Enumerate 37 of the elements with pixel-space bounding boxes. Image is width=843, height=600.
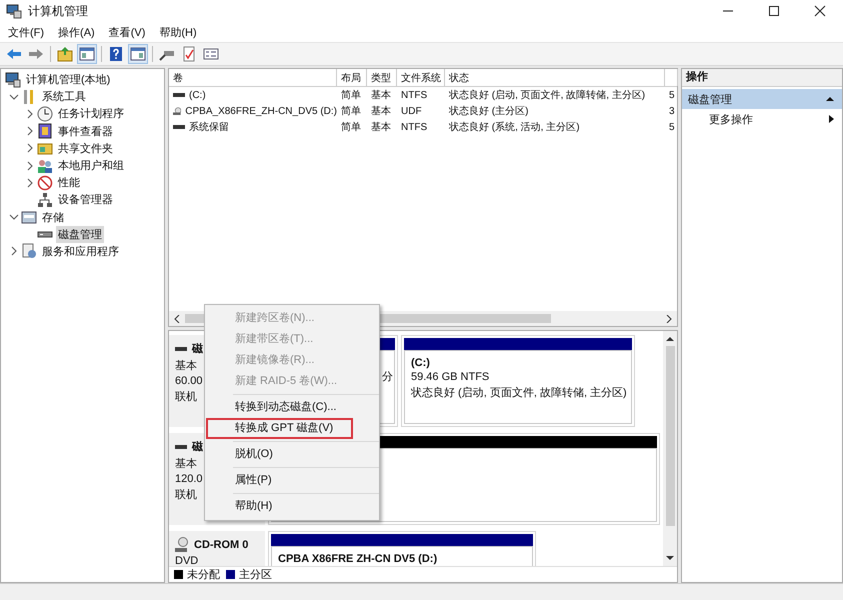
- table-cell: NTFS: [401, 122, 428, 132]
- table-cell: 5: [669, 122, 675, 132]
- table-cell: 5: [669, 90, 675, 100]
- pane-header: 操作: [682, 69, 842, 87]
- disk-size: 60.00: [175, 375, 203, 387]
- partition-label: CPBA X86FRE ZH-CN DV5 (D:): [278, 553, 438, 565]
- table-cell-text: 基本: [371, 104, 391, 118]
- table-cell-text: 基本: [371, 120, 391, 134]
- legend-label: 主分区: [239, 568, 272, 582]
- table-cell: UDF: [401, 106, 422, 116]
- partition-info: 分: [382, 370, 393, 384]
- table-cell: CPBA_X86FRE_ZH-CN_DV5 (D:): [185, 106, 337, 116]
- disk-size: 120.0: [175, 473, 203, 485]
- table-cell-text: 基本: [371, 88, 391, 102]
- table-cell-text: 状态良好 (系统, 活动, 主分区): [449, 120, 580, 134]
- table-cell-text: 简单: [341, 104, 361, 118]
- disk-status: 联机: [175, 390, 197, 404]
- disk-name: CD-ROM 0: [194, 539, 248, 551]
- table-cell: (C:): [189, 90, 206, 100]
- disk-type: 基本: [175, 457, 197, 471]
- disk-name: 磁: [192, 342, 203, 356]
- window-title: 计算机管理: [28, 2, 88, 20]
- table-cell: NTFS: [401, 90, 428, 100]
- disk-name: 磁: [192, 440, 203, 454]
- partition-info: 状态良好 (启动, 页面文件, 故障转储, 主分区): [411, 386, 625, 400]
- table-cell-text: 简单: [341, 88, 361, 102]
- partition-info: 59.46 GB NTFS: [411, 371, 490, 383]
- table-cell-text: 状态良好 (主分区): [449, 104, 528, 118]
- disk-type: 基本: [175, 359, 197, 373]
- legend-label: 未分配: [187, 568, 220, 582]
- table-cell-text: 状态良好 (启动, 页面文件, 故障转储, 主分区): [449, 88, 646, 102]
- table-cell-text: 系统保留: [189, 120, 229, 134]
- disk-type: DVD: [175, 555, 198, 566]
- disk-status: 联机: [175, 488, 197, 502]
- table-cell: 3: [669, 106, 675, 116]
- table-cell-text: 简单: [341, 120, 361, 134]
- partition-label: (C:): [411, 357, 431, 369]
